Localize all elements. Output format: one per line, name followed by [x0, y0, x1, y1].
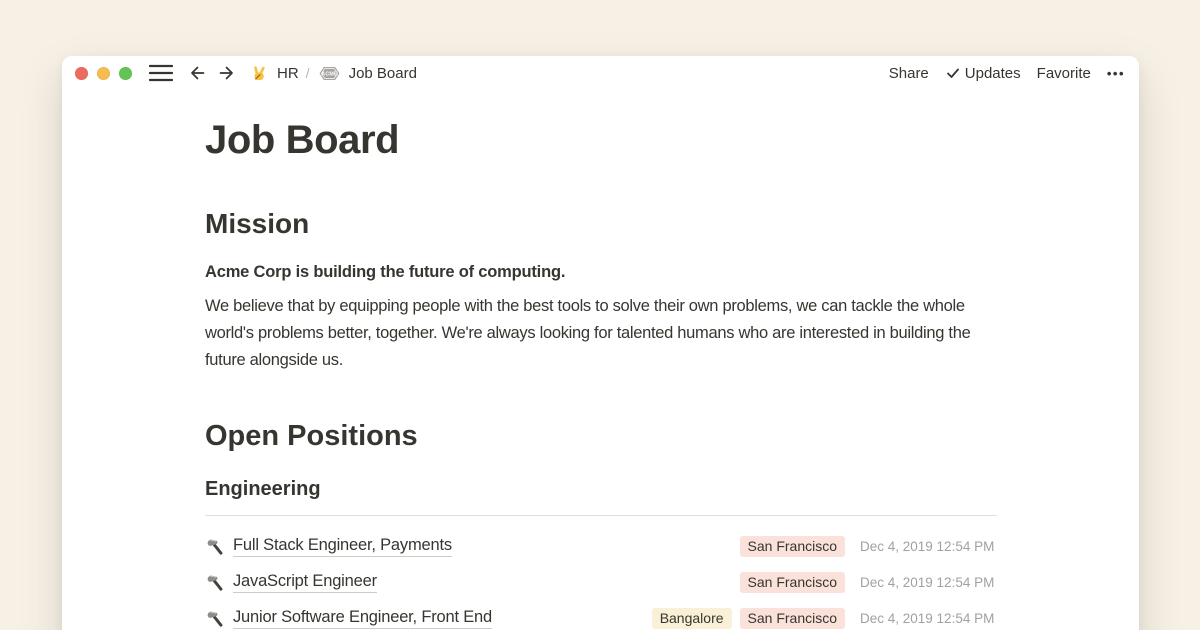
traffic-lights [75, 67, 132, 80]
hammer-icon [205, 609, 224, 628]
updates-button[interactable]: Updates [945, 65, 1021, 82]
hammer-icon [205, 537, 224, 556]
positions-table: Full Stack Engineer, Payments San Franci… [205, 528, 997, 630]
mission-body: We believe that by equipping people with… [205, 293, 997, 374]
more-options-button[interactable]: ••• [1107, 66, 1125, 81]
favorite-button[interactable]: Favorite [1037, 65, 1091, 82]
table-row: JavaScript Engineer San Francisco Dec 4,… [205, 564, 997, 600]
mission-lead: Acme Corp is building the future of comp… [205, 260, 997, 285]
menu-icon[interactable] [149, 64, 173, 82]
title-bar: HR / ACME Job Board Share Updates Favori… [62, 56, 1139, 90]
updates-label: Updates [965, 65, 1021, 82]
tag-bangalore[interactable]: Bangalore [652, 608, 732, 629]
open-positions-heading: Open Positions [205, 418, 997, 454]
row-tags: San Francisco [740, 536, 845, 557]
tag-san-francisco[interactable]: San Francisco [740, 572, 845, 593]
close-window-button[interactable] [75, 67, 88, 80]
checkmark-icon [945, 65, 961, 81]
row-created: Dec 4, 2019 12:54 PM [860, 611, 997, 626]
row-created: Dec 4, 2019 12:54 PM [860, 539, 997, 554]
share-button[interactable]: Share [889, 65, 929, 82]
minimize-window-button[interactable] [97, 67, 110, 80]
row-title-link[interactable]: Junior Software Engineer, Front End [233, 608, 492, 629]
forward-arrow-icon[interactable] [217, 63, 238, 83]
breadcrumb-page[interactable]: Job Board [349, 65, 417, 82]
row-tags: Bangalore San Francisco [652, 608, 845, 629]
victory-hand-icon [250, 64, 269, 83]
page-title: Job Board [205, 116, 997, 164]
svg-text:ACME: ACME [321, 71, 338, 77]
back-arrow-icon[interactable] [186, 63, 207, 83]
row-title-link[interactable]: JavaScript Engineer [233, 572, 377, 593]
row-created: Dec 4, 2019 12:54 PM [860, 575, 997, 590]
acme-badge-icon: ACME [317, 64, 342, 83]
table-row: Junior Software Engineer, Front End Bang… [205, 600, 997, 630]
row-tags: San Francisco [740, 572, 845, 593]
breadcrumb-workspace[interactable]: HR [277, 65, 299, 82]
engineering-group-heading: Engineering [205, 476, 997, 516]
mission-heading: Mission [205, 206, 997, 242]
breadcrumb-separator: / [306, 65, 310, 81]
hammer-icon [205, 573, 224, 592]
table-row: Full Stack Engineer, Payments San Franci… [205, 528, 997, 564]
page-content: Job Board Mission Acme Corp is building … [62, 116, 1139, 630]
zoom-window-button[interactable] [119, 67, 132, 80]
app-window: HR / ACME Job Board Share Updates Favori… [62, 56, 1139, 630]
row-title-link[interactable]: Full Stack Engineer, Payments [233, 536, 452, 557]
tag-san-francisco[interactable]: San Francisco [740, 536, 845, 557]
tag-san-francisco[interactable]: San Francisco [740, 608, 845, 629]
